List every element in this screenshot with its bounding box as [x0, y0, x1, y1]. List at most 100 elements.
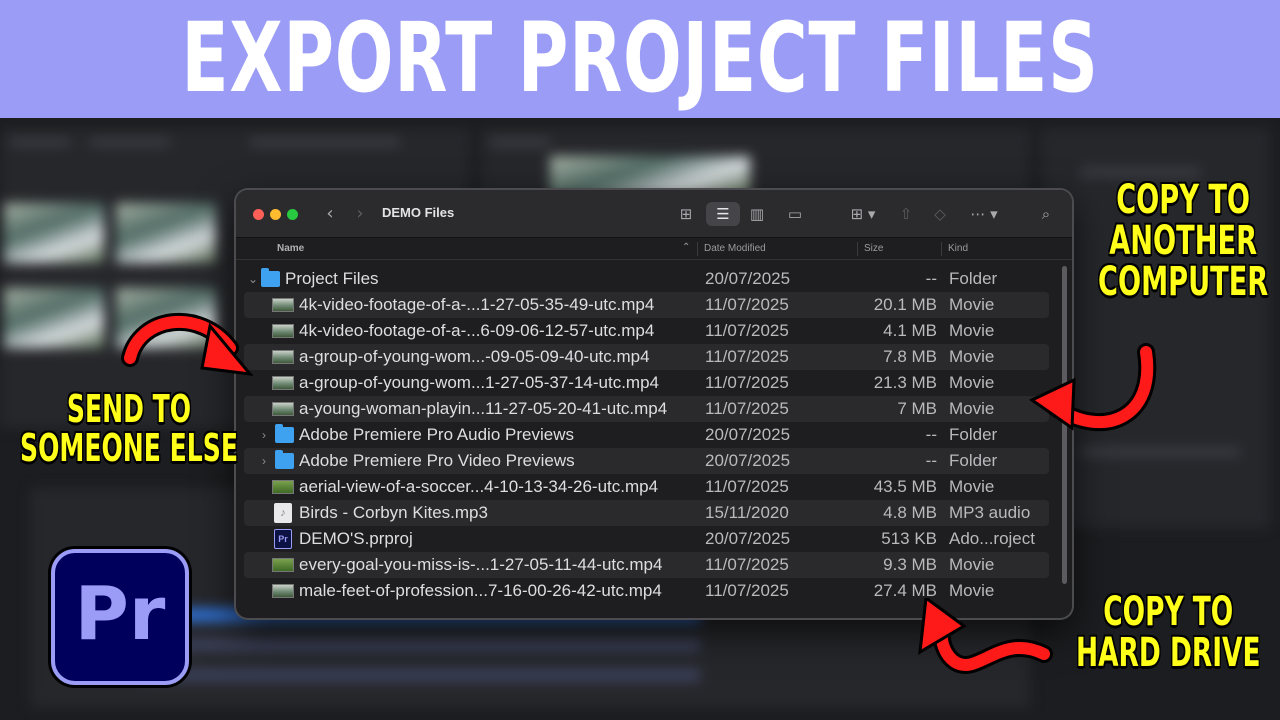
list-item[interactable]: › Adobe Premiere Pro Video Previews 20/0…: [244, 448, 1049, 474]
icon-view-icon[interactable]: ⊞: [673, 202, 699, 226]
minimize-window-button[interactable]: [270, 209, 281, 220]
file-size: 7 MB: [897, 399, 937, 418]
column-name[interactable]: Name: [277, 243, 304, 254]
file-name: aerial-view-of-a-soccer...4-10-13-34-26-…: [299, 477, 659, 496]
list-item[interactable]: a-young-woman-playin...11-27-05-20-41-ut…: [244, 396, 1049, 422]
list-view-icon[interactable]: ☰: [706, 202, 740, 226]
file-size: 4.8 MB: [883, 503, 937, 522]
file-name: male-feet-of-profession...7-16-00-26-42-…: [299, 581, 662, 600]
group-icon[interactable]: ⊞ ▾: [844, 202, 882, 226]
file-size: 21.3 MB: [873, 373, 937, 392]
file-kind: Movie: [949, 399, 995, 418]
callout-line: HARD DRIVE: [1076, 629, 1261, 676]
finder-window[interactable]: ‹ › DEMO Files ⊞ ☰ ▥ ▭ ⊞ ▾ ⇧ ◇ ⋯ ▾ ⌕ Nam…: [236, 190, 1072, 618]
file-kind: MP3 audio: [949, 503, 1031, 522]
logo-text: Pr: [74, 571, 166, 657]
list-item[interactable]: every-goal-you-miss-is-...1-27-05-11-44-…: [244, 552, 1049, 578]
file-name: a-group-of-young-wom...-09-05-09-40-utc.…: [299, 347, 650, 366]
file-kind: Movie: [949, 321, 995, 340]
file-name: DEMO'S.prproj: [299, 529, 413, 548]
file-size: --: [925, 451, 937, 470]
callout-send-to-someone-else: SEND TO SOMEONE ELSE: [20, 390, 238, 468]
file-size: 4.1 MB: [883, 321, 937, 340]
disclosure-closed-icon[interactable]: ›: [262, 448, 266, 474]
forward-icon[interactable]: ›: [352, 202, 368, 226]
column-view-icon[interactable]: ▥: [744, 202, 770, 226]
file-size: 9.3 MB: [883, 555, 937, 574]
movie-file-icon: [272, 558, 294, 572]
list-item[interactable]: aerial-view-of-a-soccer...4-10-13-34-26-…: [244, 474, 1049, 500]
callout-line: SOMEONE ELSE: [20, 425, 238, 470]
file-name: Birds - Corbyn Kites.mp3: [299, 503, 488, 522]
list-item[interactable]: ♪ Birds - Corbyn Kites.mp3 15/11/2020 4.…: [244, 500, 1049, 526]
callout-line: SEND TO: [66, 387, 192, 431]
list-item[interactable]: 4k-video-footage-of-a-...6-09-06-12-57-u…: [244, 318, 1049, 344]
list-item[interactable]: a-group-of-young-wom...-09-05-09-40-utc.…: [244, 344, 1049, 370]
audio-file-icon: ♪: [274, 503, 292, 523]
arrow-right-top-icon: [1029, 343, 1157, 432]
file-date: 20/07/2025: [705, 529, 791, 548]
file-size: 513 KB: [881, 529, 937, 548]
file-date: 11/07/2025: [705, 581, 789, 600]
list-item[interactable]: a-group-of-young-wom...1-27-05-37-14-utc…: [244, 370, 1049, 396]
folder-icon: [275, 450, 294, 469]
sort-ascending-icon[interactable]: ⌃: [682, 242, 690, 253]
zoom-window-button[interactable]: [287, 209, 298, 220]
premiere-pro-logo: Pr: [51, 549, 189, 685]
more-icon[interactable]: ⋯ ▾: [966, 202, 1002, 226]
window-title: DEMO Files: [382, 205, 455, 220]
callout-line: ANOTHER: [1109, 217, 1258, 264]
file-kind: Movie: [949, 295, 995, 314]
file-size: --: [925, 425, 937, 444]
column-date-modified[interactable]: Date Modified: [704, 243, 766, 254]
tag-icon[interactable]: ◇: [929, 202, 951, 226]
file-name: Project Files: [285, 269, 379, 288]
file-kind: Movie: [949, 477, 995, 496]
list-item[interactable]: › Adobe Premiere Pro Audio Previews 20/0…: [244, 422, 1049, 448]
callout-line: COMPUTER: [1098, 258, 1269, 305]
list-item[interactable]: 4k-video-footage-of-a-...1-27-05-35-49-u…: [244, 292, 1049, 318]
search-icon[interactable]: ⌕: [1035, 202, 1057, 226]
back-icon[interactable]: ‹: [322, 202, 338, 226]
premiere-project-icon: Pr: [274, 529, 292, 549]
movie-file-icon: [272, 376, 294, 390]
column-kind[interactable]: Kind: [948, 243, 968, 254]
file-name: a-young-woman-playin...11-27-05-20-41-ut…: [299, 399, 668, 418]
movie-file-icon: [272, 584, 294, 598]
close-window-button[interactable]: [253, 209, 264, 220]
file-name: every-goal-you-miss-is-...1-27-05-11-44-…: [299, 555, 663, 574]
file-date: 11/07/2025: [705, 555, 789, 574]
file-date: 11/07/2025: [705, 347, 789, 366]
file-kind: Movie: [949, 373, 995, 392]
callout-copy-to-hard-drive: COPY TO HARD DRIVE: [1076, 592, 1260, 674]
file-date: 11/07/2025: [705, 399, 789, 418]
gallery-view-icon[interactable]: ▭: [782, 202, 808, 226]
file-size: 43.5 MB: [873, 477, 937, 496]
file-size: 20.1 MB: [873, 295, 937, 314]
file-date: 11/07/2025: [705, 477, 789, 496]
disclosure-closed-icon[interactable]: ›: [262, 422, 266, 448]
file-name: a-group-of-young-wom...1-27-05-37-14-utc…: [299, 373, 660, 392]
list-item[interactable]: Pr DEMO'S.prproj 20/07/2025 513 KB Ado..…: [244, 526, 1049, 552]
movie-file-icon: [272, 324, 294, 338]
arrow-right-bottom-icon: [918, 598, 1053, 674]
file-name: 4k-video-footage-of-a-...6-09-06-12-57-u…: [299, 321, 655, 340]
column-header: Name ⌃ Date Modified Size Kind: [236, 238, 1072, 260]
file-kind: Ado...roject: [949, 529, 1035, 548]
callout-copy-to-another-computer: COPY TO ANOTHER COMPUTER: [1098, 180, 1268, 302]
column-divider: [941, 242, 942, 256]
file-date: 20/07/2025: [705, 425, 791, 444]
title-banner: EXPORT PROJECT FILES: [0, 0, 1280, 118]
file-kind: Folder: [949, 451, 998, 470]
disclosure-open-icon[interactable]: ⌄: [248, 266, 258, 292]
column-size[interactable]: Size: [864, 243, 883, 254]
file-date: 20/07/2025: [705, 451, 791, 470]
list-item[interactable]: ⌄ Project Files 20/07/2025 -- Folder: [244, 266, 1049, 292]
file-kind: Movie: [949, 347, 995, 366]
finder-toolbar: ‹ › DEMO Files ⊞ ☰ ▥ ▭ ⊞ ▾ ⇧ ◇ ⋯ ▾ ⌕: [236, 190, 1072, 238]
share-icon[interactable]: ⇧: [896, 202, 916, 226]
file-name: Adobe Premiere Pro Audio Previews: [299, 425, 574, 444]
file-date: 11/07/2025: [705, 321, 789, 340]
file-kind: Movie: [949, 555, 995, 574]
file-kind: Folder: [949, 425, 998, 444]
